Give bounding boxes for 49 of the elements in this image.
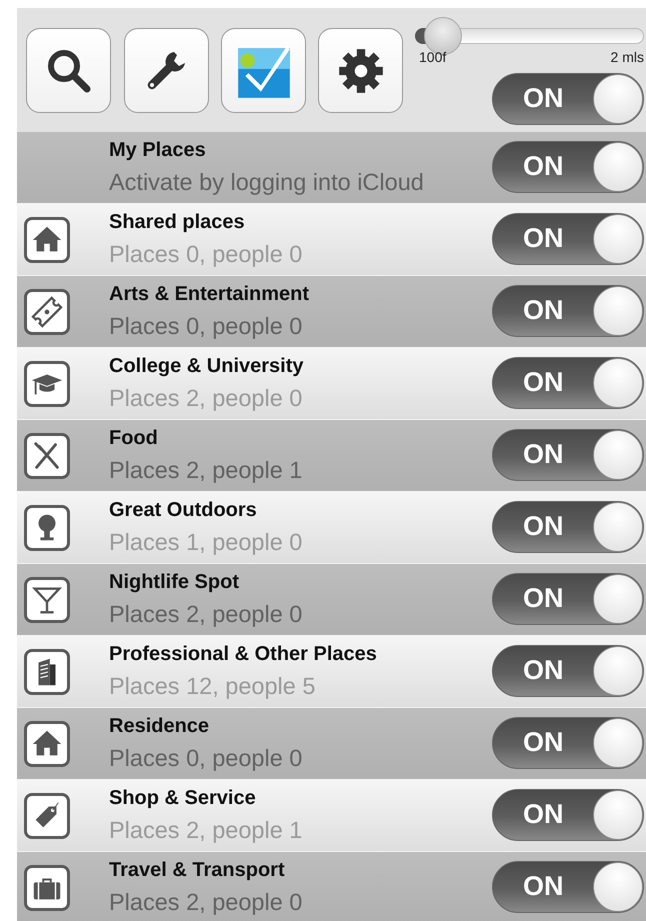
place-subtitle: Places 0, people 0: [109, 312, 304, 340]
place-subtitle: Places 2, people 0: [109, 888, 304, 916]
house-icon: [24, 720, 70, 766]
place-subtitle: Places 0, people 0: [109, 240, 304, 268]
toggle-switch[interactable]: ON: [492, 573, 644, 625]
place-subtitle: Places 1, people 0: [109, 528, 304, 556]
toggle-switch[interactable]: ON: [492, 501, 644, 553]
place-subtitle: Places 2, people 0: [109, 600, 304, 628]
slider-max-label: 2 mls: [610, 50, 644, 64]
place-subtitle: Activate by logging into iCloud: [109, 168, 425, 196]
search-button[interactable]: [26, 28, 111, 113]
toggle-switch[interactable]: ON: [492, 429, 644, 481]
cocktail-glass-icon: [24, 576, 70, 622]
toggle-switch[interactable]: ON: [492, 213, 644, 265]
toggle-switch[interactable]: ON: [492, 357, 644, 409]
place-subtitle: Places 12, people 5: [109, 672, 316, 700]
price-tag-icon: [24, 792, 70, 838]
toggle-switch[interactable]: ON: [492, 861, 644, 913]
app-button[interactable]: [221, 28, 306, 113]
toggle-switch[interactable]: ON: [492, 73, 644, 125]
suitcase-icon: [24, 864, 70, 910]
wrench-button[interactable]: [124, 28, 209, 113]
place-title: Travel & Transport: [109, 858, 286, 881]
place-title: Shared places: [109, 210, 246, 233]
toggle-switch[interactable]: ON: [492, 141, 644, 193]
place-title: My Places: [109, 138, 207, 161]
ticket-icon: [24, 288, 70, 334]
place-title: Arts & Entertainment: [109, 282, 310, 305]
place-subtitle: Places 0, people 0: [109, 744, 304, 772]
place-title: Professional & Other Places: [109, 642, 378, 665]
place-title: Nightlife Spot: [109, 570, 240, 593]
place-title: Food: [109, 426, 159, 449]
place-title: College & University: [109, 354, 305, 377]
toggle-switch[interactable]: ON: [492, 645, 644, 697]
place-subtitle: Places 2, people 1: [109, 816, 304, 844]
graduation-cap-icon: [24, 360, 70, 406]
toggle-switch[interactable]: ON: [492, 285, 644, 337]
toggle-switch[interactable]: ON: [492, 789, 644, 841]
place-subtitle: Places 2, people 0: [109, 384, 304, 412]
place-title: Great Outdoors: [109, 498, 258, 521]
toggle-switch[interactable]: ON: [492, 717, 644, 769]
place-subtitle: Places 2, people 1: [109, 456, 304, 484]
settings-button[interactable]: [318, 28, 403, 113]
place-title: Residence: [109, 714, 210, 737]
slider-min-label: 100f: [419, 50, 446, 64]
house-icon: [24, 216, 70, 262]
place-title: Shop & Service: [109, 786, 257, 809]
tree-icon: [24, 504, 70, 550]
building-icon: [24, 648, 70, 694]
